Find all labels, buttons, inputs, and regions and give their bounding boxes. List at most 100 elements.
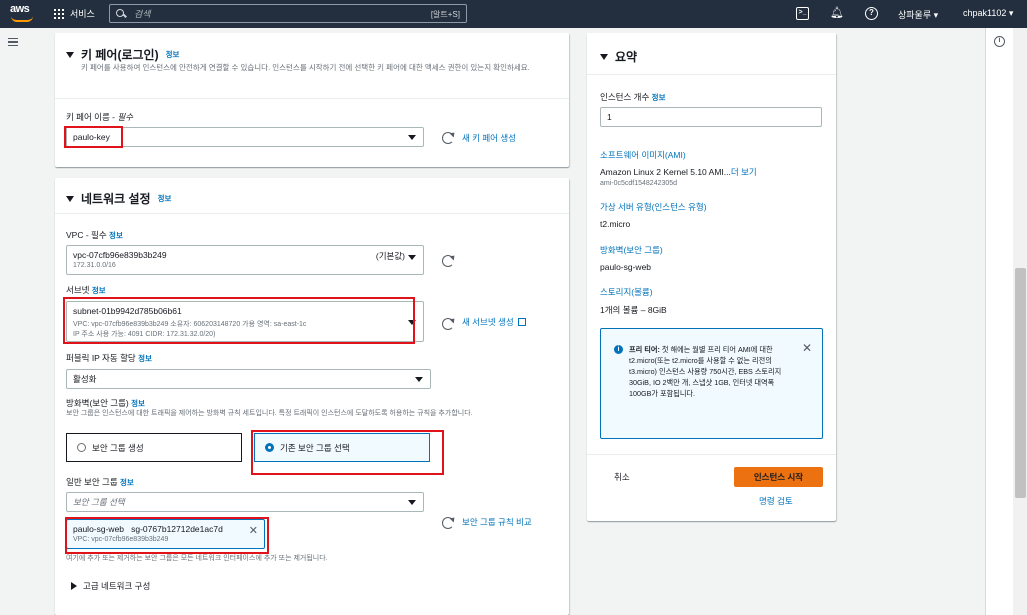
chevron-down-icon — [415, 377, 423, 382]
aws-smile-icon — [11, 16, 33, 22]
search-shortcut: [알트+S] — [430, 10, 460, 19]
keypair-title: 키 페어(로그인) — [81, 48, 159, 62]
cloudshell-icon[interactable]: >_ — [796, 7, 809, 20]
advanced-network-label: 고급 네트워크 구성 — [83, 581, 151, 591]
info-icon: i — [614, 345, 623, 354]
summary-footer-divider — [587, 454, 836, 455]
public-ip-value: 활성화 — [73, 374, 97, 384]
existing-sg-option[interactable]: 기존 보안 그룹 선택 — [254, 433, 430, 462]
public-ip-info-link[interactable]: 정보 — [138, 354, 152, 363]
summary-divider — [587, 74, 836, 75]
radio-create-sg[interactable] — [77, 443, 86, 452]
storage-value: 1개의 볼륨 – 8GiB — [600, 305, 667, 315]
keypair-divider — [55, 98, 569, 99]
public-ip-label: 퍼블릭 IP 자동 할당 정보 — [66, 353, 152, 363]
sg-refresh-icon[interactable] — [442, 517, 454, 529]
create-subnet-link[interactable]: 새 서브넷 생성 — [462, 316, 526, 328]
cancel-button[interactable]: 취소 — [614, 471, 630, 483]
search-box[interactable]: [알트+S] — [109, 4, 467, 23]
bell-icon[interactable]: 🔔︎ — [830, 7, 844, 20]
vpc-cidr: 172.31.0.0/16 — [73, 262, 116, 269]
top-navigation-bar: aws 서비스 [알트+S] >_ 🔔︎ ? 상파울루 ▾ chpak1102 … — [0, 0, 1027, 28]
services-menu-button[interactable]: 서비스 — [54, 7, 95, 20]
vpc-default-tag: (기본값) — [375, 251, 405, 261]
chevron-down-icon — [408, 319, 416, 325]
keypair-select[interactable]: paulo-key — [66, 127, 424, 147]
vpc-id: vpc-07cfb96e839b3b249 — [73, 250, 167, 260]
create-sg-option[interactable]: 보안 그룹 생성 — [66, 433, 242, 462]
services-label: 서비스 — [70, 9, 95, 19]
subnet-id: subnet-01b9942d785b06b61 — [73, 306, 182, 316]
firewall-description: 보안 그룹은 인스턴스에 대한 트래픽을 제어하는 방화벽 규칙 세트입니다. … — [66, 410, 473, 417]
help-icon[interactable]: ? — [865, 7, 878, 20]
create-keypair-link[interactable]: 새 키 페어 생성 — [462, 132, 516, 144]
page-scrollbar[interactable] — [1013, 28, 1027, 615]
close-icon[interactable]: ✕ — [802, 341, 812, 355]
ami-link[interactable]: 소프트웨어 이미지(AMI) — [600, 149, 686, 161]
grid-icon — [54, 8, 64, 19]
token-title: paulo-sg-web sg-0767b12712de1ac7d — [73, 524, 223, 534]
selected-sg-token: paulo-sg-web sg-0767b12712de1ac7d VPC: v… — [66, 519, 265, 549]
instances-count-input[interactable] — [600, 107, 822, 127]
subnet-info-link[interactable]: 정보 — [92, 286, 106, 295]
caret-right-icon — [71, 582, 77, 590]
network-header[interactable]: 네트워크 설정 정보 — [66, 190, 171, 207]
subnet-refresh-icon[interactable] — [442, 318, 454, 330]
summary-panel: 요약 인스턴스 개수 정보 소프트웨어 이미지(AMI) Amazon Linu… — [587, 33, 836, 521]
keypair-info-link[interactable]: 정보 — [166, 49, 180, 60]
storage-link[interactable]: 스토리지(볼륨) — [600, 286, 653, 298]
summary-header[interactable]: 요약 — [600, 48, 637, 65]
keypair-selected-value: paulo-key — [73, 132, 110, 142]
compare-sg-rules-link[interactable]: 보안 그룹 규칙 비교 — [462, 516, 532, 528]
info-panel-icon[interactable]: i — [994, 36, 1005, 47]
free-tier-text: 프리 티어: 첫 해에는 월별 프리 티어 AMI에 대한 t2.micro(또… — [629, 345, 782, 398]
instance-type-value: t2.micro — [600, 219, 631, 229]
keypair-refresh-icon[interactable] — [442, 132, 454, 144]
summary-firewall-link[interactable]: 방화벽(보안 그룹) — [600, 244, 663, 256]
instances-info-link[interactable]: 정보 — [652, 93, 666, 102]
account-menu[interactable]: chpak1102 ▾ — [963, 8, 1013, 19]
keypair-name-label: 키 페어 이름 - 필수 — [66, 112, 134, 122]
network-title: 네트워크 설정 — [81, 192, 151, 206]
radio-existing-sg[interactable] — [265, 443, 274, 452]
common-sg-info-link[interactable]: 정보 — [120, 478, 134, 487]
summary-title: 요약 — [615, 50, 638, 64]
ami-more-link[interactable]: 더 보기 — [731, 167, 757, 177]
region-selector[interactable]: 상파울루 ▾ — [898, 8, 938, 21]
ami-value: Amazon Linux 2 Kernel 5.10 AMI...더 보기 — [600, 167, 757, 177]
launch-instance-button[interactable]: 인스턴스 시작 — [734, 467, 823, 487]
vpc-info-link[interactable]: 정보 — [109, 231, 123, 240]
sg-select-placeholder: 보안 그룹 선택 — [73, 497, 125, 507]
search-input[interactable] — [134, 8, 414, 19]
instance-type-link[interactable]: 가상 서버 유형(인스턴스 유형) — [600, 201, 707, 213]
subnet-label: 서브넷 정보 — [66, 285, 106, 295]
caret-down-icon — [66, 195, 74, 202]
review-commands-link[interactable]: 명령 검토 — [759, 495, 793, 507]
sg-select[interactable]: 보안 그룹 선택 — [66, 492, 424, 512]
right-tools-rail: i — [985, 28, 1027, 615]
vpc-refresh-icon[interactable] — [442, 255, 454, 267]
search-icon — [116, 8, 126, 19]
scrollbar-thumb[interactable] — [1015, 268, 1026, 498]
public-ip-select[interactable]: 활성화 — [66, 369, 431, 389]
firewall-info-link[interactable]: 정보 — [131, 399, 145, 408]
caret-down-icon — [600, 53, 608, 60]
network-info-link[interactable]: 정보 — [158, 193, 172, 204]
network-divider — [55, 213, 569, 214]
instances-label: 인스턴스 개수 정보 — [600, 92, 666, 102]
token-vpc: VPC: vpc-07cfb96e839b3b249 — [73, 536, 169, 543]
subnet-ip-info: IP 주소 사용 가능: 4091 CIDR: 172.31.32.0/20) — [73, 331, 216, 338]
advanced-network-toggle[interactable]: 고급 네트워크 구성 — [71, 580, 150, 592]
keypair-header[interactable]: 키 페어(로그인) 정보 — [66, 46, 179, 63]
vpc-select[interactable]: vpc-07cfb96e839b3b249 172.31.0.0/16 (기본값… — [66, 245, 424, 275]
summary-firewall-value: paulo-sg-web — [600, 262, 652, 272]
network-settings-panel: 네트워크 설정 정보 VPC - 필수 정보 vpc-07cfb96e839b3… — [55, 178, 569, 615]
existing-sg-label: 기존 보안 그룹 선택 — [280, 442, 350, 453]
hamburger-menu-icon[interactable] — [8, 38, 18, 46]
subnet-select[interactable]: subnet-01b9942d785b06b61 VPC: vpc-07cfb9… — [66, 301, 424, 342]
chevron-down-icon — [408, 135, 416, 140]
aws-logo[interactable]: aws — [10, 3, 36, 23]
close-icon[interactable]: ✕ — [249, 524, 258, 537]
chevron-down-icon — [408, 500, 416, 505]
subnet-details: VPC: vpc-07cfb96e839b3b249 소유자: 60620314… — [73, 321, 307, 328]
